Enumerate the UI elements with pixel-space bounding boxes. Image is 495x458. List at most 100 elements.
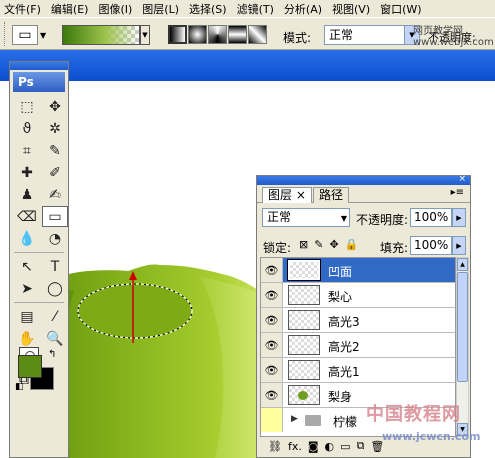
menu-window[interactable]: 窗口(W) (380, 1, 421, 17)
swap-colors-icon[interactable]: ↰ (48, 349, 56, 360)
gradient-tool-icon[interactable]: ▭ (42, 206, 68, 227)
gradient-editor-swatch[interactable] (62, 25, 140, 45)
toolbox-titlebar[interactable] (10, 62, 68, 70)
opacity-label: 不透明度: (356, 213, 409, 227)
add-mask-icon[interactable]: ◙ (308, 440, 319, 453)
move-tool-icon[interactable]: ✥ (42, 96, 68, 117)
lock-label: 锁定: (263, 241, 292, 255)
tab-paths-label: 路径 (319, 188, 344, 202)
eyedropper-tool-icon[interactable]: ⁄ (42, 306, 68, 327)
brush-tool-icon[interactable]: ✐ (42, 162, 68, 183)
expand-triangle-icon[interactable]: ▶ (291, 414, 298, 424)
mode-label: 模式: (283, 31, 312, 45)
blend-mode-select[interactable]: 正常 ▼ (262, 208, 350, 227)
blur-tool-icon[interactable]: 💧 (14, 228, 40, 249)
options-bar-grip[interactable] (4, 22, 7, 46)
visibility-eye-icon[interactable]: 👁 (261, 308, 283, 332)
menu-layer[interactable]: 图层(L) (142, 1, 179, 17)
layer-row[interactable]: 👁 高光1 (261, 358, 455, 383)
document-title-bar (0, 50, 495, 81)
blend-mode-value: 正常 (267, 210, 292, 224)
chevron-down-icon[interactable]: ▼ (40, 31, 46, 40)
panel-menu-icon[interactable]: ▸≡ (451, 187, 464, 198)
type-tool-icon[interactable]: T (42, 256, 68, 277)
radial-gradient-button[interactable] (188, 25, 207, 44)
diamond-gradient-button[interactable] (248, 25, 267, 44)
ellipse-tool-icon[interactable]: ◯ (42, 278, 68, 299)
adjustment-layer-icon[interactable]: ◐ (325, 440, 335, 453)
fill-field[interactable]: 100% (410, 236, 452, 255)
layer-row[interactable]: 👁 梨心 (261, 283, 455, 308)
dodge-tool-icon[interactable]: ◔ (42, 228, 68, 249)
opacity-slider-button[interactable]: ▶ (452, 208, 466, 227)
menu-filter[interactable]: 滤镜(T) (237, 1, 274, 17)
lock-fill-row: 锁定: ⊠ ✎ ✥ 🔒 填充: 100% ▶ (257, 231, 470, 259)
visibility-eye-icon[interactable]: 👁 (261, 333, 283, 357)
gradient-picker-button[interactable]: ▼ (140, 25, 150, 45)
tab-paths[interactable]: 路径 (313, 187, 350, 203)
magic-wand-tool-icon[interactable]: ✲ (42, 118, 68, 139)
close-icon[interactable]: × (296, 188, 306, 202)
path-selection-tool-icon[interactable]: ↖ (14, 256, 40, 277)
menu-file[interactable]: 文件(F) (4, 1, 41, 17)
menu-view[interactable]: 视图(V) (332, 1, 370, 17)
tool-preset-picker[interactable]: ▭ (12, 25, 38, 45)
eraser-tool-icon[interactable]: ⌫ (14, 206, 40, 227)
layer-thumbnail (288, 285, 320, 305)
visibility-eye-icon[interactable]: 👁 (261, 283, 283, 307)
layer-row[interactable]: 👁 凹面 (261, 258, 455, 283)
lock-position-icon[interactable]: ✥ (329, 238, 338, 251)
hand-tool-icon[interactable]: ✋ (14, 328, 40, 349)
slice-tool-icon[interactable]: ✎ (42, 140, 68, 161)
mode-select[interactable]: 正常 ▼ (324, 25, 420, 45)
visibility-toggle-empty[interactable] (261, 408, 283, 432)
crop-tool-icon[interactable]: ⌗ (14, 140, 40, 161)
lasso-tool-icon[interactable]: ϑ (14, 118, 40, 139)
linear-gradient-button[interactable] (168, 25, 187, 44)
reflected-gradient-button[interactable] (228, 25, 247, 44)
toolbox: Ps ⬚ ✥ ϑ ✲ ⌗ ✎ ✚ ✐ ♟ ✍ ⌫ ▭ 💧 ◔ ↖ T ➤ ◯ ▤… (9, 61, 69, 458)
new-group-icon[interactable]: ▭ (340, 440, 350, 453)
layer-style-icon[interactable]: fx. (288, 440, 302, 453)
gradient-type-group (168, 25, 267, 44)
close-icon[interactable]: × (458, 174, 466, 184)
visibility-eye-icon[interactable]: 👁 (261, 383, 283, 407)
healing-brush-tool-icon[interactable]: ✚ (14, 162, 40, 183)
new-layer-icon[interactable]: ⧉ (357, 439, 365, 453)
menu-select[interactable]: 选择(S) (189, 1, 227, 17)
marquee-tool-icon[interactable]: ⬚ (14, 96, 40, 117)
photoshop-logo[interactable]: Ps (13, 72, 65, 92)
tab-layers[interactable]: 图层 × (262, 187, 312, 203)
direct-selection-tool-icon[interactable]: ➤ (14, 278, 40, 299)
link-layers-icon[interactable]: ⛓ (268, 440, 282, 453)
scroll-thumb[interactable] (457, 272, 468, 382)
foreground-color-swatch[interactable] (18, 355, 42, 378)
visibility-eye-icon[interactable]: 👁 (261, 358, 283, 382)
options-bar: ▭ ▼ ▼ 模式: 正常 ▼ 不透明度: 网页教学网 www.webjx.com (0, 17, 495, 50)
layers-panel-titlebar[interactable]: × (257, 174, 470, 185)
scroll-up-arrow-icon[interactable]: ▲ (457, 258, 468, 271)
layers-panel-tabs: 图层 × 路径 ▸≡ (257, 185, 470, 203)
opacity-field[interactable]: 100% (410, 208, 452, 227)
layer-thumbnail (288, 385, 320, 405)
menu-bar: 文件(F) 编辑(E) 图像(I) 图层(L) 选择(S) 滤镜(T) 分析(A… (0, 0, 495, 17)
fill-slider-button[interactable]: ▶ (452, 236, 466, 255)
zoom-tool-icon[interactable]: 🔍 (42, 328, 68, 349)
menu-analysis[interactable]: 分析(A) (284, 1, 322, 17)
lock-transparency-icon[interactable]: ⊠ (299, 238, 308, 251)
visibility-eye-icon[interactable]: 👁 (261, 258, 283, 282)
history-brush-tool-icon[interactable]: ✍ (42, 184, 68, 205)
pear-thumbnail-icon (298, 391, 308, 400)
watermark-top-line2: www.webjx.com (413, 37, 494, 48)
layer-row[interactable]: 👁 高光2 (261, 333, 455, 358)
layer-name: 梨身 (328, 390, 353, 404)
menu-image[interactable]: 图像(I) (98, 1, 132, 17)
menu-edit[interactable]: 编辑(E) (51, 1, 89, 17)
clone-stamp-tool-icon[interactable]: ♟ (14, 184, 40, 205)
layer-row[interactable]: 👁 高光3 (261, 308, 455, 333)
layer-thumbnail (288, 335, 320, 355)
lock-all-icon[interactable]: 🔒 (345, 238, 359, 251)
lock-pixels-icon[interactable]: ✎ (314, 238, 323, 251)
notes-tool-icon[interactable]: ▤ (14, 306, 40, 327)
angle-gradient-button[interactable] (208, 25, 227, 44)
